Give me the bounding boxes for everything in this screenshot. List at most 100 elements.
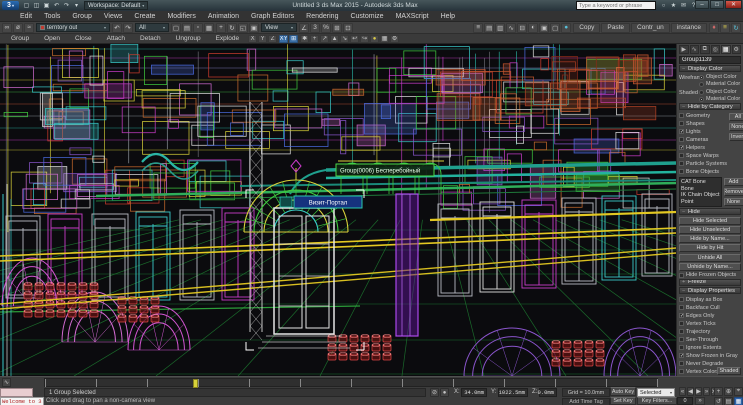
schematic-view-icon[interactable]: ⊟ [517, 22, 528, 33]
checkbox-cameras[interactable] [679, 137, 684, 143]
hide-selected-button[interactable]: Hide Selected [679, 217, 741, 226]
checkbox-shapes[interactable] [679, 121, 684, 127]
pan-view-icon[interactable]: ▤ [724, 397, 733, 405]
vertex-colors-shaded-button[interactable]: Shaded [717, 367, 741, 376]
application-menu-button[interactable]: 3 ▾ [2, 1, 19, 10]
checkbox-display-as-box[interactable] [679, 297, 684, 303]
checkbox-lights[interactable]: ✓ [679, 129, 684, 135]
orbit-icon[interactable]: ↺ [714, 397, 723, 405]
copy-button[interactable]: Copy [573, 22, 601, 33]
checkbox-vertex-colors[interactable] [679, 369, 684, 375]
checkbox-vertex-ticks[interactable] [679, 321, 684, 327]
tab-display[interactable]: ▦ [721, 45, 731, 54]
restrict-x-button[interactable]: X [248, 34, 258, 43]
remove-button[interactable]: Remove [723, 188, 743, 197]
key-filters-button[interactable]: Key Filters... [637, 397, 677, 405]
render-production-icon[interactable]: ● [561, 22, 572, 33]
percent-snap-icon[interactable]: % [321, 22, 331, 33]
grid-tool-icon[interactable]: ▦ [380, 34, 390, 43]
menu-help[interactable]: Help [435, 11, 461, 22]
open-file-icon[interactable]: ◫ [32, 1, 41, 10]
mirror-tool-icon[interactable]: ↪ [360, 34, 370, 43]
select-object-icon[interactable]: ▢ [171, 22, 181, 33]
menu-views[interactable]: Views [98, 11, 129, 22]
spacing-tool-icon[interactable]: ▲ [330, 34, 340, 43]
checkbox-hide-frozen-objects[interactable] [679, 272, 684, 278]
search-input[interactable] [577, 2, 655, 9]
select-and-link-icon[interactable]: ∞ [2, 22, 12, 33]
next-frame-icon[interactable]: » [703, 387, 710, 396]
favorites-icon[interactable]: ★ [669, 1, 678, 10]
viewport[interactable]: Визит-Портал Group(0006) Бесперебойный [0, 43, 743, 377]
checkbox-bone-objects[interactable] [679, 169, 684, 175]
set-key-button[interactable]: Set Key [610, 397, 636, 405]
detach-button[interactable]: Detach [133, 35, 168, 43]
rectangular-region-icon[interactable]: ▫ [193, 22, 203, 33]
restrict-plane-cycle-button[interactable]: ⊞ [289, 34, 299, 43]
checkbox-helpers[interactable]: ✓ [679, 145, 684, 151]
tab-utilities[interactable]: ⚙ [731, 45, 741, 54]
attach-button[interactable]: Attach [100, 35, 132, 43]
tab-hierarchy[interactable]: ⧉ [700, 45, 710, 54]
rollout-hide[interactable]: − Hide [679, 208, 741, 216]
align-icon[interactable]: ▤ [484, 22, 495, 33]
snap-toggle-icon[interactable]: ∠ [299, 22, 309, 33]
selection-filter-dropdown[interactable]: All ▾ [135, 23, 169, 32]
maximize-button[interactable]: □ [710, 0, 724, 9]
radio-wireframe-material-color[interactable] [699, 81, 704, 87]
list-item[interactable]: Point [681, 199, 720, 206]
menu-tools[interactable]: Tools [38, 11, 66, 22]
sign-in-icon[interactable]: ○ [659, 1, 668, 10]
auto-key-button[interactable]: Auto Key [610, 387, 636, 396]
layer-manager-icon[interactable]: ▥ [495, 22, 506, 33]
select-and-move-icon[interactable]: + [216, 22, 226, 33]
render-setup-icon[interactable]: ▣ [539, 22, 550, 33]
checkbox-trajectory[interactable] [679, 329, 684, 335]
menu-customize[interactable]: Customize [344, 11, 389, 22]
all-button[interactable]: All [728, 113, 743, 122]
reference-coordinate-dropdown[interactable]: View ▾ [261, 23, 297, 32]
instance-button[interactable]: instance [670, 22, 707, 33]
explode-button[interactable]: Explode [209, 35, 247, 43]
curve-editor-icon[interactable]: ∿ [506, 22, 517, 33]
mirror-icon[interactable]: ≡ [473, 22, 484, 33]
hide-by-hit-button[interactable]: Hide by Hit [679, 244, 741, 253]
zoom-extents-icon[interactable]: ⌖ [734, 387, 743, 396]
contr-un-button[interactable]: Contr_un [631, 22, 670, 33]
undo-button-icon[interactable]: ↶ [112, 22, 122, 33]
layers-toggle-icon[interactable]: ≡ [720, 22, 730, 33]
checkbox-space-warps[interactable] [679, 153, 684, 159]
restrict-y-button[interactable]: Y [258, 34, 268, 43]
biped-mode-icon[interactable]: ♦ [709, 22, 719, 33]
communication-center-icon[interactable]: ✉ [679, 1, 688, 10]
paste-button[interactable]: Paste [601, 22, 631, 33]
play-animation-icon[interactable]: ▶ [695, 387, 702, 396]
quick-access-more-icon[interactable]: ▾ [72, 1, 81, 10]
maxscript-mini-listener[interactable]: Welcome to 3.. [0, 397, 44, 405]
quick-align-icon[interactable]: + [310, 34, 320, 43]
unhide-by-name-button[interactable]: Unhide by Name... [679, 263, 741, 272]
close-button[interactable]: ✕ [725, 0, 742, 9]
window-crossing-icon[interactable]: ▦ [204, 22, 214, 33]
add-button[interactable]: Add [723, 178, 743, 187]
checkbox-never-degrade[interactable] [679, 361, 684, 367]
open-mini-curve-editor-icon[interactable]: ∿ [2, 378, 11, 387]
restrict-xy-plane-button[interactable]: XY [279, 34, 289, 43]
checkbox-backface-cull[interactable] [679, 305, 684, 311]
unlink-selection-icon[interactable]: ø [13, 22, 23, 33]
rollout-hide-by-category[interactable]: − Hide by Category [679, 103, 741, 111]
checkbox-edges-only[interactable]: ✓ [679, 313, 684, 319]
radio-shaded-object-color[interactable] [699, 89, 704, 95]
invert-button[interactable]: Invert [728, 133, 743, 142]
array-tool-icon[interactable]: ✱ [300, 34, 310, 43]
none-button[interactable]: None [728, 123, 743, 132]
menu-create[interactable]: Create [128, 11, 161, 22]
normal-align-icon[interactable]: ↗ [320, 34, 330, 43]
rollout-freeze[interactable]: + Freeze [679, 278, 741, 286]
checkbox-ignore-extents[interactable] [679, 345, 684, 351]
menu-animation[interactable]: Animation [202, 11, 245, 22]
radio-wireframe-object-color[interactable] [699, 74, 704, 80]
material-editor-icon[interactable]: ◐ [528, 22, 539, 33]
menu-rendering[interactable]: Rendering [300, 11, 344, 22]
rendered-frame-window-icon[interactable]: ▢ [550, 22, 561, 33]
